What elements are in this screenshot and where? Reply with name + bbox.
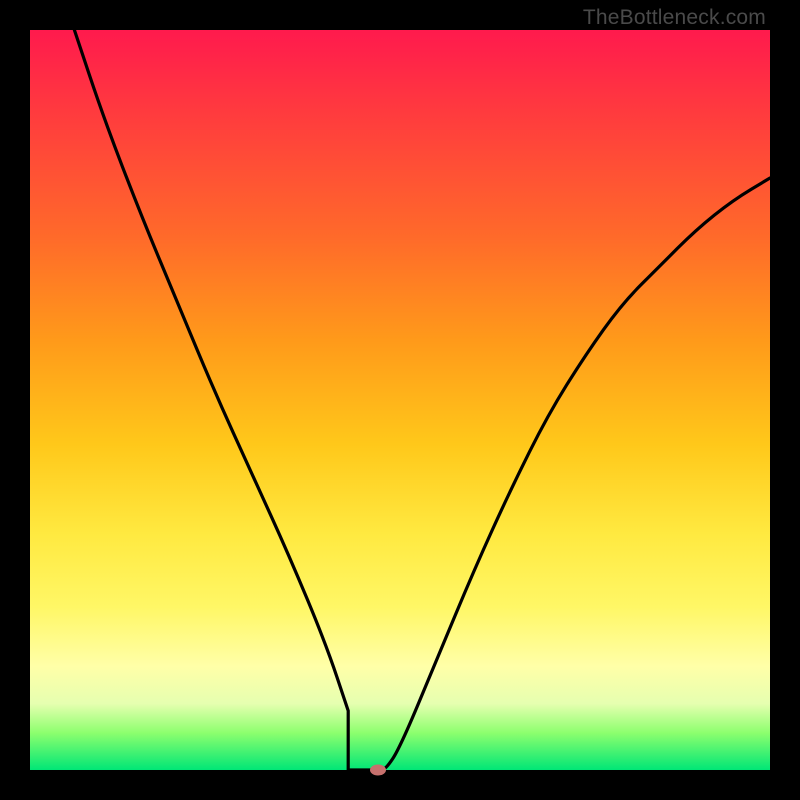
chart-frame: TheBottleneck.com <box>0 0 800 800</box>
bottleneck-curve <box>30 30 770 770</box>
plot-area <box>30 30 770 770</box>
minimum-marker <box>370 765 386 776</box>
watermark-text: TheBottleneck.com <box>583 6 766 30</box>
